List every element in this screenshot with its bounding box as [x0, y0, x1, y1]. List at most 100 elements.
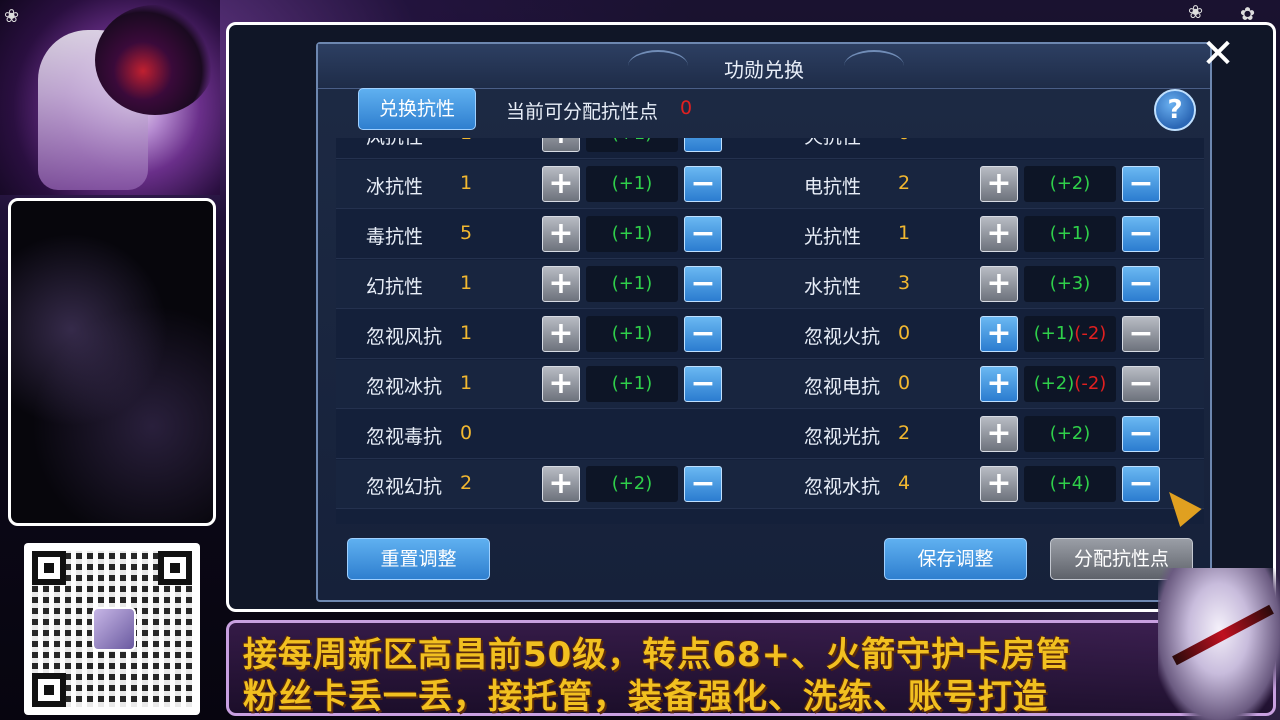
- resistance-value: 0: [898, 138, 910, 144]
- help-icon[interactable]: ?: [1154, 89, 1196, 131]
- resistance-row: 忽视电抗 0 + (+2)(-2) −: [770, 360, 1204, 409]
- resistance-value: 2: [898, 422, 911, 444]
- resistance-name: 光抗性: [804, 226, 862, 248]
- dialog-title-bar: 功勋兑换: [318, 44, 1210, 89]
- resistance-row: 光抗性 1 + (+1) −: [770, 210, 1204, 259]
- resistance-name: 风抗性: [366, 138, 423, 149]
- character-portrait: [1158, 568, 1280, 720]
- resistance-name: 忽视风抗: [366, 326, 443, 348]
- plus-icon[interactable]: +: [980, 366, 1018, 402]
- minus-icon[interactable]: −: [1122, 166, 1160, 202]
- plus-icon[interactable]: +: [542, 138, 580, 152]
- resistance-name: 忽视电抗: [804, 376, 881, 398]
- increase-amount: (+2): [1049, 423, 1091, 444]
- qr-code: [24, 543, 200, 715]
- minus-icon[interactable]: −: [1122, 416, 1160, 452]
- minus-icon[interactable]: −: [684, 166, 722, 202]
- resistance-name: 水抗性: [804, 276, 862, 298]
- resistance-value: 3: [898, 272, 911, 294]
- increase-amount: (+3): [1049, 273, 1091, 294]
- plus-icon[interactable]: +: [980, 316, 1018, 352]
- resistance-value: 4: [898, 472, 911, 494]
- minus-icon[interactable]: −: [684, 316, 722, 352]
- resistance-row: 忽视水抗 4 + (+4) −: [770, 460, 1204, 509]
- resistance-name: 忽视幻抗: [366, 476, 443, 498]
- resistance-list: 风抗性 1 + (+1) − 冰抗性 1 + (+1) − 毒抗性 5 + (+1) − 幻抗性 1 + (+1) −…: [336, 138, 1204, 524]
- resistance-name: 忽视水抗: [804, 476, 881, 498]
- decrease-amount: (-2): [1074, 323, 1107, 344]
- allocation-change: (+2): [586, 466, 678, 502]
- resistance-row: 忽视火抗 0 + (+1)(-2) −: [770, 310, 1204, 359]
- plus-icon[interactable]: +: [542, 216, 580, 252]
- resistance-name: 火抗性: [804, 138, 861, 149]
- increase-amount: (+2): [611, 473, 653, 494]
- plus-icon[interactable]: +: [980, 416, 1018, 452]
- plus-icon[interactable]: +: [980, 266, 1018, 302]
- plus-icon[interactable]: +: [542, 266, 580, 302]
- increase-amount: (+1): [611, 223, 653, 244]
- increase-amount: (+1): [611, 173, 653, 194]
- flower-decoration-icon: ❀: [4, 6, 20, 27]
- resistance-row: 忽视冰抗 1 + (+1) −: [336, 360, 770, 409]
- minus-icon[interactable]: −: [684, 266, 722, 302]
- increase-amount: (+1): [1033, 323, 1075, 344]
- tab-exchange-resistance[interactable]: 兑换抗性: [358, 88, 476, 130]
- increase-amount: (+2): [1049, 173, 1091, 194]
- streamer-avatar-art: [0, 0, 220, 195]
- minus-icon[interactable]: −: [1122, 466, 1160, 502]
- minus-icon[interactable]: −: [684, 138, 722, 152]
- minus-icon[interactable]: −: [684, 366, 722, 402]
- minus-icon[interactable]: −: [1122, 316, 1160, 352]
- resistance-value: 0: [460, 422, 473, 444]
- webcam-frame: [8, 198, 216, 526]
- plus-icon[interactable]: +: [542, 166, 580, 202]
- plus-icon[interactable]: +: [980, 166, 1018, 202]
- allocation-change: (+1)(-2): [1024, 316, 1116, 352]
- plus-icon[interactable]: +: [542, 366, 580, 402]
- increase-amount: (+1): [1049, 223, 1091, 244]
- available-points-value: 0: [680, 97, 693, 119]
- qr-finder: [32, 551, 66, 585]
- increase-amount: (+1): [611, 323, 653, 344]
- allocation-change: (+1): [1024, 216, 1116, 252]
- qr-finder: [32, 673, 66, 707]
- resistance-name: 忽视毒抗: [366, 426, 443, 448]
- resistance-name: 忽视光抗: [804, 426, 881, 448]
- resistance-value: 1: [460, 272, 473, 294]
- close-icon[interactable]: ✕: [1198, 34, 1238, 74]
- reset-adjustment-button[interactable]: 重置调整: [347, 538, 490, 580]
- qr-finder: [158, 551, 192, 585]
- dialog-title: 功勋兑换: [724, 58, 804, 82]
- minus-icon[interactable]: −: [1122, 216, 1160, 252]
- flower-decoration-icon: ❀: [1188, 2, 1204, 23]
- allocation-change: (+1): [586, 138, 678, 152]
- decrease-amount: (-2): [1074, 373, 1107, 394]
- minus-icon[interactable]: −: [684, 466, 722, 502]
- resistance-row: 幻抗性 1 + (+1) −: [336, 260, 770, 309]
- resistance-name: 忽视火抗: [804, 326, 881, 348]
- qr-avatar-logo: [92, 607, 136, 651]
- plus-icon[interactable]: +: [542, 466, 580, 502]
- allocation-change: (+1): [586, 366, 678, 402]
- allocation-change: (+4): [1024, 466, 1116, 502]
- resistance-value: 1: [460, 172, 473, 194]
- resistance-row: 火抗性 0: [770, 138, 1204, 159]
- minus-icon[interactable]: −: [1122, 366, 1160, 402]
- plus-icon[interactable]: +: [980, 216, 1018, 252]
- plus-icon[interactable]: +: [542, 316, 580, 352]
- resistance-row: 电抗性 2 + (+2) −: [770, 160, 1204, 209]
- resistance-row: 水抗性 3 + (+3) −: [770, 260, 1204, 309]
- available-points-label: 当前可分配抗性点: [506, 101, 659, 123]
- plus-icon[interactable]: +: [980, 466, 1018, 502]
- resistance-row: 忽视风抗 1 + (+1) −: [336, 310, 770, 359]
- resistance-value: 2: [460, 472, 473, 494]
- minus-icon[interactable]: −: [1122, 266, 1160, 302]
- resistance-name: 幻抗性: [366, 276, 424, 298]
- resistance-value: 1: [460, 322, 473, 344]
- resistance-row: 风抗性 1 + (+1) −: [336, 138, 770, 159]
- resistance-row: 忽视幻抗 2 + (+2) −: [336, 460, 770, 509]
- resistance-value: 1: [460, 372, 473, 394]
- resistance-value: 0: [898, 322, 911, 344]
- minus-icon[interactable]: −: [684, 216, 722, 252]
- save-adjustment-button[interactable]: 保存调整: [884, 538, 1027, 580]
